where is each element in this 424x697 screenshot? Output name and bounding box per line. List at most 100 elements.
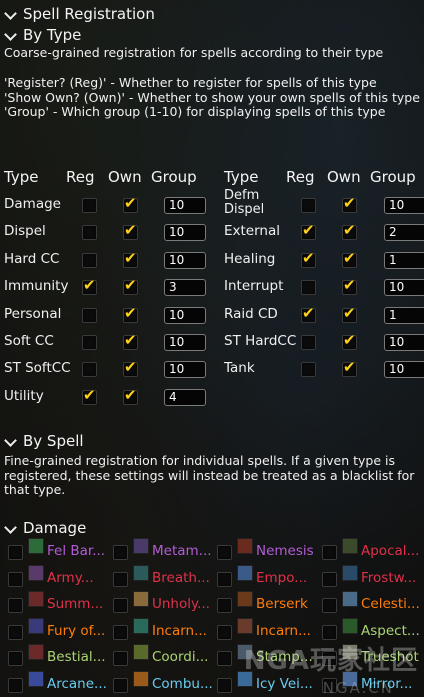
spell-checkbox[interactable] — [113, 678, 128, 693]
group-input[interactable]: 3 — [164, 279, 206, 297]
own-checkbox[interactable]: ✔ — [342, 196, 357, 213]
spell-checkbox[interactable] — [8, 678, 23, 693]
own-checkbox[interactable]: ✔ — [342, 360, 357, 378]
spell-name: Incarn... — [256, 622, 311, 639]
spell-name: Breath... — [152, 569, 210, 586]
spell-icon — [28, 564, 44, 581]
reg-checkbox[interactable] — [301, 280, 316, 296]
spell-icon — [133, 644, 149, 661]
group-input[interactable]: 1 — [384, 251, 424, 269]
checkmark-icon: ✔ — [343, 248, 356, 267]
checkmark-icon: ✔ — [343, 331, 356, 349]
group-input[interactable]: 10 — [164, 306, 206, 324]
own-checkbox[interactable]: ✔ — [342, 223, 357, 241]
spell-checkbox[interactable] — [113, 545, 128, 560]
own-checkbox[interactable]: ✔ — [123, 387, 138, 405]
own-checkbox[interactable]: ✔ — [123, 331, 138, 350]
own-checkbox[interactable]: ✔ — [342, 248, 357, 268]
spell-name: Arcane... — [47, 676, 107, 692]
spell-checkbox[interactable] — [217, 545, 232, 560]
reg-checkbox[interactable]: ✔ — [301, 305, 316, 323]
checkmark-icon: ✔ — [302, 221, 315, 240]
spell-name: Berserk — [256, 596, 308, 613]
legend-own: 'Show Own? (Own)' - Whether to show your… — [4, 89, 420, 105]
group-input[interactable]: 10 — [384, 197, 424, 214]
spell-name: Frostw... — [361, 569, 417, 586]
by-spell-header[interactable]: By Spell — [4, 432, 84, 450]
reg-checkbox[interactable] — [82, 362, 97, 378]
type-label: Damage — [4, 196, 61, 212]
own-checkbox[interactable]: ✔ — [342, 331, 357, 350]
reg-checkbox[interactable] — [82, 307, 97, 323]
spell-checkbox[interactable] — [8, 571, 23, 587]
reg-checkbox[interactable] — [82, 252, 97, 268]
checkmark-icon: ✔ — [343, 276, 356, 295]
spell-checkbox[interactable] — [113, 651, 128, 667]
reg-checkbox[interactable] — [301, 335, 316, 350]
spell-checkbox[interactable] — [8, 651, 23, 667]
own-checkbox[interactable]: ✔ — [123, 305, 138, 323]
reg-checkbox[interactable]: ✔ — [301, 221, 316, 241]
checkmark-icon: ✔ — [83, 276, 96, 295]
spell-checkbox[interactable] — [217, 624, 232, 640]
damage-header[interactable]: Damage — [4, 519, 86, 537]
spell-icon — [28, 591, 44, 608]
group-input[interactable]: 2 — [384, 224, 424, 242]
checkmark-icon: ✔ — [124, 331, 137, 349]
spell-icon — [342, 538, 358, 554]
own-checkbox[interactable]: ✔ — [123, 360, 138, 378]
group-input[interactable]: 10 — [384, 361, 424, 379]
reg-checkbox[interactable] — [301, 198, 316, 213]
reg-checkbox[interactable] — [82, 225, 97, 241]
spell-checkbox[interactable] — [8, 598, 23, 614]
group-input[interactable]: 10 — [384, 334, 424, 351]
type-label: Interrupt — [224, 278, 284, 295]
by-type-header[interactable]: By Type — [4, 26, 81, 44]
spell-checkbox[interactable] — [322, 624, 337, 640]
col-group-left: Group — [151, 168, 197, 186]
spell-registration-title: Spell Registration — [23, 5, 155, 23]
checkmark-icon: ✔ — [124, 276, 137, 295]
spell-checkbox[interactable] — [217, 651, 232, 667]
watermark-text: NGA玩家社区 — [243, 646, 418, 676]
group-input[interactable]: 10 — [164, 251, 206, 269]
group-input[interactable]: 10 — [164, 361, 206, 379]
group-input[interactable]: 1 — [384, 306, 424, 324]
spell-checkbox[interactable] — [322, 571, 337, 587]
spell-checkbox[interactable] — [322, 598, 337, 614]
own-checkbox[interactable]: ✔ — [123, 250, 138, 268]
group-input[interactable]: 4 — [164, 388, 206, 406]
by-spell-description: Fine-grained registration for individual… — [4, 453, 415, 497]
spell-checkbox[interactable] — [113, 624, 128, 640]
type-label: Raid CD — [224, 305, 278, 322]
spell-checkbox[interactable] — [217, 678, 232, 693]
group-input[interactable]: 10 — [164, 224, 206, 242]
group-input[interactable]: 10 — [164, 334, 206, 351]
own-checkbox[interactable]: ✔ — [123, 223, 138, 241]
spell-checkbox[interactable] — [322, 545, 337, 560]
reg-checkbox[interactable]: ✔ — [301, 250, 316, 268]
spell-checkbox[interactable] — [113, 571, 128, 587]
group-input[interactable]: 10 — [384, 279, 424, 297]
spell-name: Apocal... — [361, 543, 420, 559]
own-checkbox[interactable]: ✔ — [123, 276, 138, 296]
reg-checkbox[interactable]: ✔ — [82, 276, 97, 296]
reg-checkbox[interactable] — [82, 198, 97, 213]
spell-checkbox[interactable] — [217, 598, 232, 614]
own-checkbox[interactable]: ✔ — [342, 276, 357, 296]
reg-checkbox[interactable] — [82, 335, 97, 350]
reg-checkbox[interactable]: ✔ — [82, 387, 97, 405]
group-input[interactable]: 10 — [164, 197, 206, 214]
spell-icon — [133, 564, 149, 581]
own-checkbox[interactable]: ✔ — [342, 305, 357, 323]
spell-checkbox[interactable] — [113, 598, 128, 614]
type-label: Immunity — [4, 278, 69, 295]
spell-checkbox[interactable] — [8, 545, 23, 560]
own-checkbox[interactable]: ✔ — [123, 196, 138, 213]
reg-checkbox[interactable] — [301, 362, 316, 378]
spell-checkbox[interactable] — [217, 571, 232, 587]
spell-registration-header[interactable]: Spell Registration — [4, 5, 155, 23]
col-reg-right: Reg — [286, 168, 315, 186]
type-label: Utility — [4, 387, 44, 404]
spell-checkbox[interactable] — [8, 624, 23, 640]
